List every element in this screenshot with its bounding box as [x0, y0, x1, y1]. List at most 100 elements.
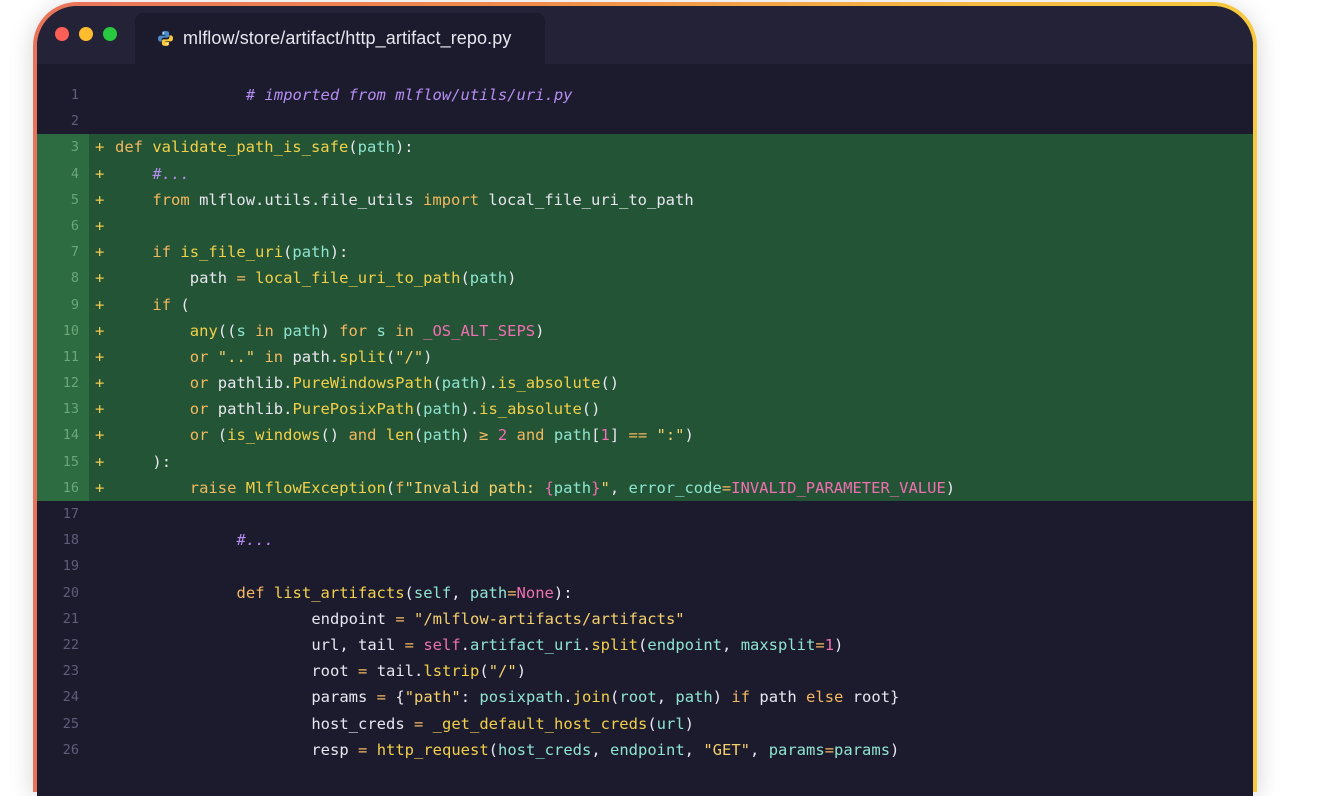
diff-added-marker: +	[95, 138, 105, 157]
code-line[interactable]: 17	[37, 501, 1253, 527]
code-token: .	[563, 688, 573, 707]
code-token: :	[460, 688, 480, 707]
code-token: "Invalid path:	[404, 478, 545, 497]
code-token: #...	[152, 164, 190, 183]
code-token: (	[638, 635, 648, 654]
code-token: ,	[609, 478, 629, 497]
code-token: path	[469, 583, 508, 602]
code-token: root	[311, 662, 359, 681]
code-token: list_artifacts	[273, 583, 405, 602]
code-token: )	[535, 321, 545, 340]
code-token: if	[152, 295, 181, 314]
code-token: mlflow.utils.file_utils	[199, 190, 424, 209]
diff-added-marker: +	[95, 374, 105, 393]
code-line[interactable]: 19	[37, 553, 1253, 579]
code-token: s	[376, 321, 396, 340]
code-line[interactable]: 22 url, tail = self.artifact_uri.split(en…	[37, 632, 1253, 658]
code-token: lstrip	[423, 662, 480, 681]
code-token: (	[385, 347, 396, 366]
code-token: (	[432, 374, 442, 393]
code-token: path	[469, 269, 508, 288]
code-text: endpoint = "/mlflow-artifacts/artifacts"	[311, 606, 684, 632]
code-line-added[interactable]: 4 + #...	[37, 160, 1253, 187]
code-line[interactable]: 21 endpoint = "/mlflow-artifacts/artifact…	[37, 606, 1253, 632]
code-line-added[interactable]: 8 + path = local_file_uri_to_path(path)	[37, 265, 1253, 292]
code-text: if (	[152, 292, 189, 318]
line-number: 8	[70, 270, 79, 287]
code-line-added[interactable]: 12 + or pathlib.PureWindowsPath(path).is_a…	[37, 370, 1253, 397]
code-line[interactable]: 25 host_creds = _get_default_host_creds(u…	[37, 711, 1253, 737]
code-token: join	[572, 688, 611, 707]
code-line-added[interactable]: 10 + any((s in path) for s in _OS_ALT_SEPS…	[37, 317, 1253, 344]
code-token: in	[264, 347, 293, 366]
code-text: or pathlib.PurePosixPath(path).is_absolu…	[190, 396, 601, 422]
code-token: path	[675, 688, 713, 707]
code-line[interactable]: 1 # imported from mlflow/utils/uri.py	[37, 82, 1253, 108]
code-token: #...	[236, 531, 274, 550]
diff-added-marker: +	[95, 321, 105, 340]
minimize-button[interactable]	[79, 27, 93, 41]
close-button[interactable]	[55, 27, 69, 41]
code-token: (	[647, 714, 657, 733]
code-token: ,	[656, 688, 676, 707]
code-token: validate_path_is_safe	[152, 138, 349, 157]
code-text: any((s in path) for s in _OS_ALT_SEPS)	[190, 318, 545, 344]
code-text: url, tail = self.artifact_uri.split(endp…	[311, 632, 843, 658]
code-line[interactable]: 23 root = tail.lstrip("/")	[37, 658, 1253, 684]
code-token: ,	[750, 740, 769, 759]
code-line-added[interactable]: 9 + if (	[37, 291, 1253, 318]
diff-added-marker: +	[95, 243, 105, 262]
code-text: def list_artifacts(self, path=None):	[237, 580, 573, 606]
code-text: root = tail.lstrip("/")	[311, 658, 526, 684]
code-text: def validate_path_is_safe(path):	[115, 134, 414, 160]
code-line[interactable]: 24 params = {"path": posixpath.join(root,…	[37, 684, 1253, 710]
code-token: 1	[824, 635, 835, 654]
code-token: =	[507, 583, 517, 602]
code-line-added[interactable]: 16 + raise MlflowException(f"Invalid path:…	[37, 474, 1253, 501]
code-token: raise	[189, 478, 246, 497]
code-token: ):	[394, 138, 414, 157]
line-number: 6	[70, 217, 79, 234]
line-number: 19	[62, 558, 79, 575]
code-line-added[interactable]: 3 + def validate_path_is_safe(path):	[37, 134, 1253, 161]
code-token: # imported from mlflow/utils/uri.py	[245, 86, 573, 104]
line-number: 15	[62, 453, 79, 470]
file-tab[interactable]: mlflow/store/artifact/http_artifact_repo…	[135, 13, 545, 64]
maximize-button[interactable]	[103, 27, 117, 41]
code-token: host_creds	[311, 714, 414, 733]
code-line[interactable]: 26 resp = http_request(host_creds, endpoi…	[37, 737, 1253, 763]
code-text: raise MlflowException(f"Invalid path: {p…	[190, 475, 955, 501]
code-line[interactable]: 20 def list_artifacts(self, path=None):	[37, 580, 1253, 606]
code-line-added[interactable]: 15 +):	[37, 448, 1253, 475]
code-token: "path"	[404, 688, 461, 707]
line-number: 20	[62, 584, 79, 601]
code-line[interactable]: 2	[37, 108, 1253, 134]
code-token: MlflowException	[245, 478, 386, 497]
code-token: path	[292, 243, 330, 262]
code-token: endpoint	[647, 635, 723, 654]
code-line-added[interactable]: 5 + from mlflow.utils.file_utils import lo…	[37, 186, 1253, 213]
code-line[interactable]: 18 #...	[37, 527, 1253, 553]
code-line-added[interactable]: 7 + if is_file_uri(path):	[37, 239, 1253, 266]
line-number: 10	[62, 322, 79, 339]
diff-added-marker: +	[95, 478, 105, 497]
code-token: len	[385, 426, 414, 445]
code-token: posixpath	[479, 688, 564, 707]
code-line-added[interactable]: 14 + or (is_windows() and len(path) ≥ 2 an…	[37, 422, 1253, 449]
line-number: 25	[62, 715, 79, 732]
code-token: ,	[722, 635, 741, 654]
code-line-added[interactable]: 6 +	[37, 212, 1253, 240]
code-text: if is_file_uri(path):	[152, 239, 348, 265]
code-token: ==	[628, 426, 657, 445]
code-line-added[interactable]: 13 + or pathlib.PurePosixPath(path).is_abs…	[37, 396, 1253, 423]
diff-added-marker: +	[95, 216, 105, 235]
code-token: in	[255, 321, 284, 340]
code-text: or pathlib.PureWindowsPath(path).is_abso…	[190, 370, 619, 396]
code-token: http_request	[376, 740, 489, 759]
line-number: 26	[62, 741, 79, 758]
code-editor[interactable]: 1 # imported from mlflow/utils/uri.py 2 3 + d…	[37, 82, 1253, 763]
code-line-added[interactable]: 11 + or ".." in path.split("/")	[37, 343, 1253, 371]
code-token: )	[684, 426, 694, 445]
code-token: .	[414, 662, 424, 681]
code-token: "GET"	[703, 740, 751, 759]
